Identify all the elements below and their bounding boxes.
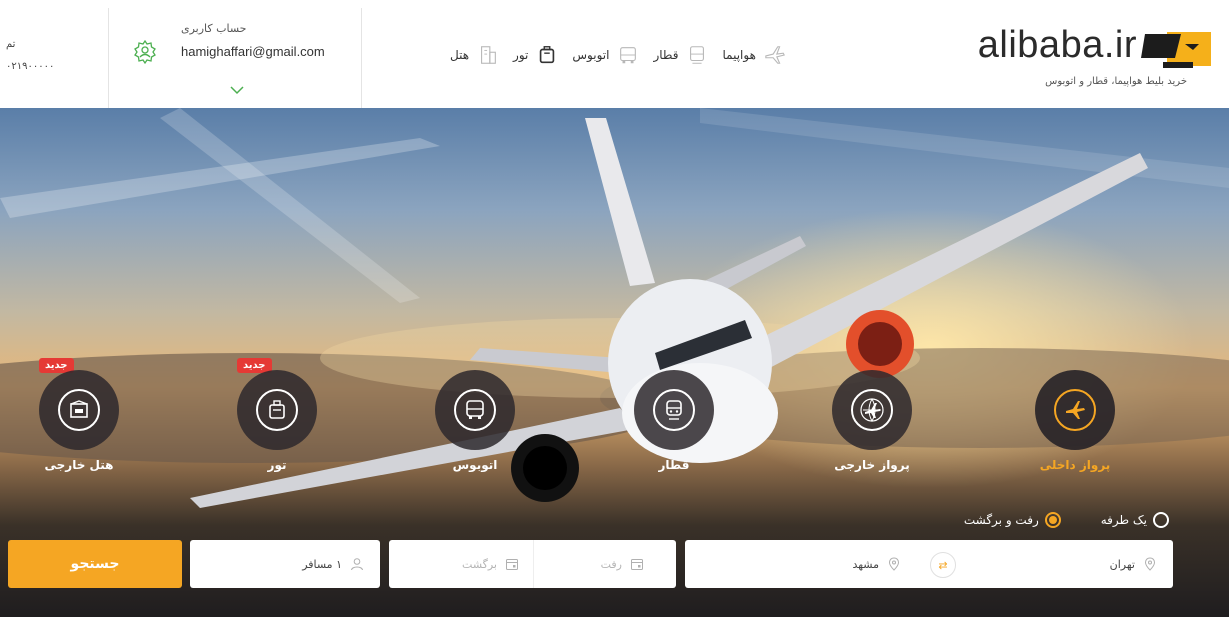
international-flight-icon <box>860 398 884 423</box>
route-field: تهران مشهد <box>685 540 1173 588</box>
category-label: هتل خارجی <box>44 458 114 472</box>
hotel-icon <box>481 46 496 64</box>
search-button[interactable]: جستجو <box>8 540 182 588</box>
account-email: hamighaffari@gmail.com <box>181 44 325 59</box>
origin-value: تهران <box>1109 557 1135 571</box>
train-icon <box>690 46 705 64</box>
user-gear-icon <box>134 39 156 65</box>
depart-date-input[interactable]: رفت <box>533 540 676 588</box>
radio-label: یک طرفه <box>1100 513 1147 527</box>
category-international-flight[interactable]: پرواز خارجی <box>812 370 932 490</box>
nav-label: قطار <box>653 48 679 62</box>
bus-icon <box>466 400 484 419</box>
category-ring <box>851 389 893 431</box>
calendar-icon <box>631 559 643 570</box>
nav-item-bus[interactable]: اتوبوس <box>572 44 639 66</box>
hero-banner: پرواز داخلی پرواز خارجی قطار اتوبوس جدید… <box>0 108 1229 617</box>
category-circle <box>832 370 912 450</box>
return-date-input[interactable]: برگشت <box>389 540 533 588</box>
return-placeholder: برگشت <box>462 557 497 571</box>
category-ring <box>58 389 100 431</box>
calendar-icon <box>506 559 518 570</box>
account-title: حساب کاربری <box>181 22 247 35</box>
train-icon <box>666 400 682 420</box>
category-ring <box>256 389 298 431</box>
passengers-field[interactable]: ۱ مسافر <box>190 540 380 588</box>
category-domestic-flight[interactable]: پرواز داخلی <box>1015 370 1135 490</box>
support-phone: تم ۰۲۱۹۰۰۰۰۰ <box>6 34 54 78</box>
radio-button[interactable] <box>1153 512 1169 528</box>
brand-name: alibaba.ir <box>977 24 1137 66</box>
destination-value: مشهد <box>852 557 879 571</box>
hotel-icon <box>70 400 88 418</box>
nav-item-airplane[interactable]: هواپیما <box>722 44 785 66</box>
category-circle <box>237 370 317 450</box>
category-bus[interactable]: اتوبوس <box>415 370 535 490</box>
nav-item-train[interactable]: قطار <box>653 44 708 66</box>
swap-route-button[interactable]: ⇄ <box>930 552 956 578</box>
bus-icon <box>620 47 637 64</box>
category-label: پرواز داخلی <box>1039 458 1111 472</box>
user-account-menu[interactable]: حساب کاربری hamighaffari@gmail.com <box>108 8 362 108</box>
airplane-icon <box>765 46 785 64</box>
category-label: اتوبوس <box>452 458 498 472</box>
destination-input[interactable]: مشهد <box>685 540 917 588</box>
nav-label: تور <box>513 48 529 62</box>
category-label: تور <box>267 458 287 472</box>
radio-round-trip[interactable]: رفت و برگشت <box>964 512 1061 528</box>
category-ring <box>454 389 496 431</box>
radio-one-way[interactable]: یک طرفه <box>1101 512 1169 528</box>
category-ring <box>653 389 695 431</box>
depart-placeholder: رفت <box>600 557 622 571</box>
location-pin-icon <box>1144 557 1156 571</box>
brand-logo[interactable]: alibaba.ir خرید بلیط هواپیما، قطار و اتو… <box>975 24 1215 90</box>
user-icon <box>351 558 363 571</box>
radio-label: رفت و برگشت <box>963 513 1039 527</box>
nav-label: اتوبوس <box>572 48 610 62</box>
category-label: پرواز خارجی <box>834 458 910 472</box>
tour-icon <box>540 46 555 64</box>
main-nav: هواپیما قطار اتوبوس تور هتل <box>450 40 786 70</box>
phone-label: تم <box>6 39 16 50</box>
category-ring <box>1054 389 1096 431</box>
nav-item-hotel[interactable]: هتل <box>450 44 499 66</box>
chevron-down-icon[interactable] <box>229 84 245 96</box>
category-circle <box>634 370 714 450</box>
category-circle <box>1035 370 1115 450</box>
nav-item-tour[interactable]: تور <box>513 44 558 66</box>
page: alibaba.ir خرید بلیط هواپیما، قطار و اتو… <box>0 0 1229 617</box>
location-pin-icon <box>888 557 900 571</box>
brand-tagline: خرید بلیط هواپیما، قطار و اتوبوس <box>1045 76 1187 87</box>
swap-arrows-icon: ⇄ <box>938 558 948 572</box>
passengers-value: ۱ مسافر <box>302 557 342 571</box>
origin-input[interactable]: تهران <box>941 540 1173 588</box>
header: alibaba.ir خرید بلیط هواپیما، قطار و اتو… <box>0 0 1229 108</box>
category-train[interactable]: قطار <box>614 370 734 490</box>
radio-button[interactable] <box>1044 512 1061 528</box>
category-circle <box>435 370 515 450</box>
category-label: قطار <box>658 458 690 472</box>
nav-label: هتل <box>450 48 470 62</box>
category-international-hotel[interactable]: جدید هتل خارجی <box>19 358 139 490</box>
nav-label: هواپیما <box>722 48 756 62</box>
category-tour[interactable]: جدید تور <box>217 358 337 490</box>
category-circle <box>39 370 119 450</box>
date-field: رفت برگشت <box>389 540 676 588</box>
domestic-flight-icon <box>1066 401 1085 419</box>
tour-icon <box>269 400 285 419</box>
phone-number: ۰۲۱۹۰۰۰۰۰ <box>6 61 55 72</box>
trip-type-selector: یک طرفه رفت و برگشت <box>964 512 1169 528</box>
brand-mark-icon <box>1141 32 1211 68</box>
